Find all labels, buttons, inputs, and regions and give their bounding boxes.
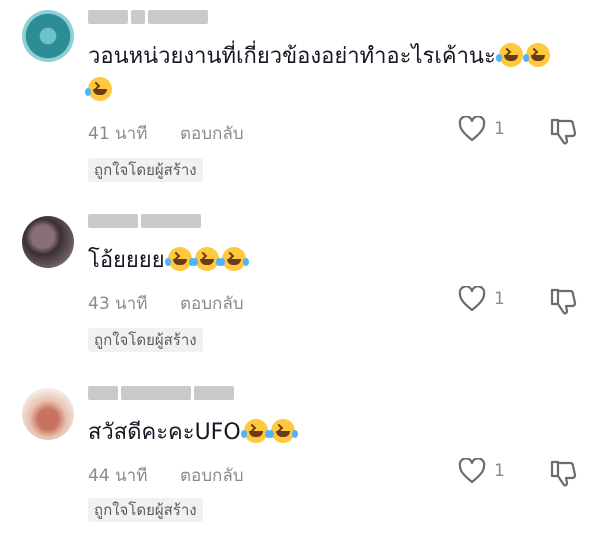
reply-button[interactable]: ตอบกลับ <box>180 120 244 147</box>
heart-icon <box>458 286 486 312</box>
rolling-laughing-emoji <box>85 77 112 101</box>
dislike-icon[interactable] <box>548 458 578 488</box>
creator-liked-badge: ถูกใจโดยผู้สร้าง <box>88 328 203 352</box>
like-button[interactable]: 1 <box>458 286 505 312</box>
comment-text-body: วอนหน่วยงานที่เกี่ยวข้องอย่าทำอะไรเค้านะ <box>88 44 496 69</box>
comment-time: 41 นาที <box>88 124 148 144</box>
tears-of-joy-emoji <box>218 247 249 271</box>
dislike-icon[interactable] <box>548 286 578 316</box>
comment-text-body: สวัสดีคะคะUFO <box>88 420 241 445</box>
avatar[interactable] <box>22 216 74 268</box>
like-button[interactable]: 1 <box>458 458 505 484</box>
username-blurred[interactable] <box>88 214 201 230</box>
avatar[interactable] <box>22 10 74 62</box>
tears-of-joy-emoji <box>240 419 271 443</box>
comment-text: สวัสดีคะคะUFO <box>88 416 568 450</box>
rolling-laughing-emoji <box>495 43 523 67</box>
heart-icon <box>458 458 486 484</box>
like-count: 1 <box>494 119 505 139</box>
avatar[interactable] <box>22 388 74 440</box>
creator-liked-badge: ถูกใจโดยผู้สร้าง <box>88 498 203 522</box>
like-count: 1 <box>494 289 505 309</box>
comment-text: วอนหน่วยงานที่เกี่ยวข้องอย่าทำอะไรเค้านะ <box>85 40 568 108</box>
dislike-icon[interactable] <box>548 116 578 146</box>
tears-of-joy-emoji <box>191 247 222 271</box>
comment-item: สวัสดีคะคะUFO 44 นาที ตอบกลับ 1 ถูกใจโดย… <box>0 384 600 524</box>
like-button[interactable]: 1 <box>458 116 505 142</box>
comment-text: โอ้ยยยย <box>88 244 568 278</box>
rolling-laughing-emoji <box>522 43 550 67</box>
comment-item: วอนหน่วยงานที่เกี่ยวข้องอย่าทำอะไรเค้านะ… <box>0 8 600 183</box>
tears-of-joy-emoji <box>267 419 298 443</box>
creator-liked-badge: ถูกใจโดยผู้สร้าง <box>88 158 203 182</box>
comment-text-body: โอ้ยยยย <box>88 248 165 273</box>
tears-of-joy-emoji <box>164 247 195 271</box>
username-blurred[interactable] <box>88 386 234 402</box>
comment-meta: 41 นาที ตอบกลับ <box>88 120 244 147</box>
comment-meta: 44 นาที ตอบกลับ <box>88 462 244 489</box>
reply-button[interactable]: ตอบกลับ <box>180 290 244 317</box>
like-count: 1 <box>494 461 505 481</box>
comment-time: 44 นาที <box>88 466 148 486</box>
comment-time: 43 นาที <box>88 294 148 314</box>
comment-meta: 43 นาที ตอบกลับ <box>88 290 244 317</box>
reply-button[interactable]: ตอบกลับ <box>180 462 244 489</box>
heart-icon <box>458 116 486 142</box>
username-blurred[interactable] <box>88 10 208 26</box>
comment-item: โอ้ยยยย 43 นาที ตอบกลับ 1 ถูกใจโดยผู้สร้… <box>0 212 600 352</box>
